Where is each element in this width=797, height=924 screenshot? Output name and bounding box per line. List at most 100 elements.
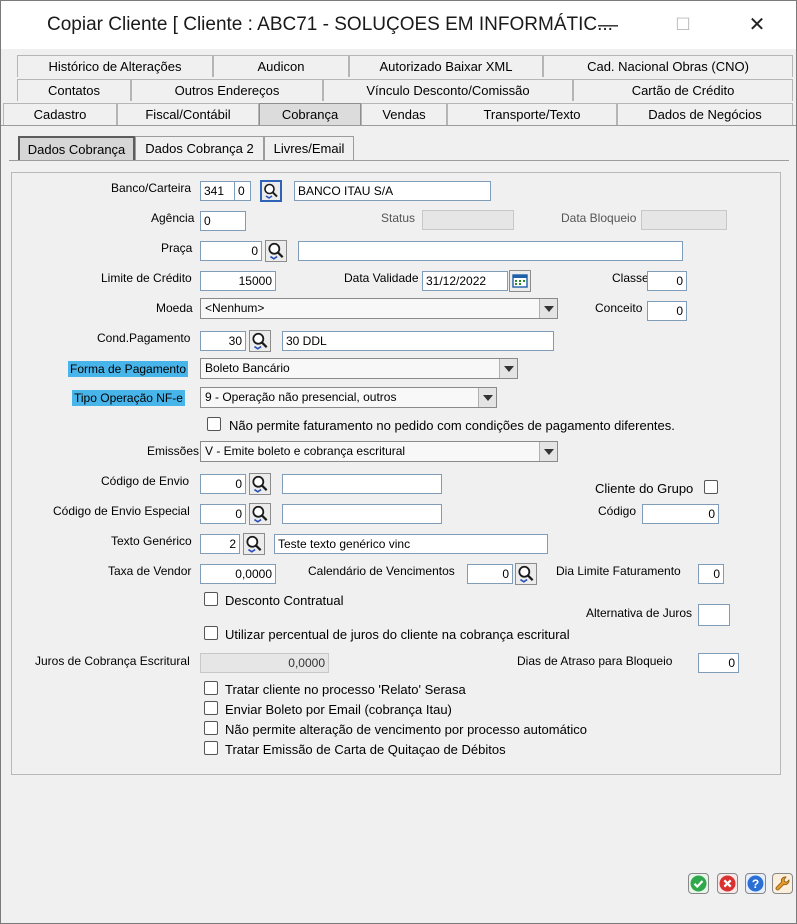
praca-label: Praça <box>161 241 193 255</box>
nao-permite-fat-label: Não permite faturamento no pedido com co… <box>229 418 675 433</box>
tab-row-2: Contatos Outros Endereços Vínculo Descon… <box>1 79 796 101</box>
maximize-button[interactable]: ☐ <box>661 9 705 41</box>
texto-generico-desc-field: Teste texto genérico vinc <box>274 534 548 554</box>
cond-desc-field: 30 DDL <box>282 331 554 351</box>
cod-envio-esp-input[interactable]: 0 <box>200 504 246 524</box>
tab-row-1: Histórico de Alterações Audicon Autoriza… <box>1 55 796 77</box>
tab-autorizado-xml[interactable]: Autorizado Baixar XML <box>349 55 543 77</box>
cod-envio-label: Código de Envio <box>101 474 190 488</box>
calendario-input[interactable]: 0 <box>467 564 513 584</box>
search-icon <box>268 242 284 260</box>
utilizar-percentual-label: Utilizar percentual de juros do cliente … <box>225 627 570 642</box>
moeda-select[interactable]: <Nenhum> <box>200 298 558 319</box>
tab-historico[interactable]: Histórico de Alterações <box>17 55 213 77</box>
tab-cno[interactable]: Cad. Nacional Obras (CNO) <box>543 55 793 77</box>
minimize-button[interactable]: — <box>586 9 630 41</box>
dias-atraso-label: Dias de Atraso para Bloqueio <box>517 654 673 668</box>
cond-pagamento-input[interactable]: 30 <box>200 331 246 351</box>
nao-permite-fat-checkbox[interactable] <box>207 417 221 431</box>
texto-generico-label: Texto Genérico <box>111 534 192 548</box>
close-button[interactable]: ✕ <box>735 9 779 41</box>
conceito-input[interactable]: 0 <box>647 301 687 321</box>
search-icon <box>518 565 534 583</box>
enviar-boleto-checkbox[interactable] <box>204 701 218 715</box>
tab-outros-enderecos[interactable]: Outros Endereços <box>131 79 323 101</box>
moeda-label: Moeda <box>156 301 193 315</box>
status-label: Status <box>381 211 416 225</box>
emissoes-value: V - Emite boleto e cobrança escritural <box>205 444 406 458</box>
tab-cobranca[interactable]: Cobrança <box>259 103 361 125</box>
calendario-search-button[interactable] <box>515 563 537 585</box>
calendar-button[interactable] <box>509 270 531 292</box>
forma-pagamento-value: Boleto Bancário <box>205 361 290 375</box>
tab-cartao[interactable]: Cartão de Crédito <box>573 79 793 101</box>
taxa-vendor-label: Taxa de Vendor <box>108 564 192 578</box>
subtab-dados-cobranca[interactable]: Dados Cobrança <box>18 136 135 160</box>
classe-label: Classe <box>612 271 649 285</box>
codigo-input[interactable]: 0 <box>642 504 719 524</box>
data-bloqueio-field <box>641 210 727 230</box>
cliente-grupo-checkbox[interactable] <box>704 480 718 494</box>
emissoes-select[interactable]: V - Emite boleto e cobrança escritural <box>200 441 558 462</box>
help-button[interactable]: ? <box>745 873 766 894</box>
juros-cobranca-field: 0,0000 <box>200 653 329 673</box>
tab-dados-negocios[interactable]: Dados de Negócios <box>617 103 793 125</box>
cod-envio-input[interactable]: 0 <box>200 474 246 494</box>
chevron-down-icon <box>478 388 496 407</box>
wrench-icon <box>775 876 790 891</box>
cond-pagamento-label: Cond.Pagamento <box>97 331 191 345</box>
banco-code-input[interactable]: 341 <box>200 181 236 201</box>
praca-search-button[interactable] <box>265 240 287 262</box>
ok-icon <box>690 875 707 892</box>
cod-envio-esp-desc-field <box>282 504 442 524</box>
taxa-vendor-input[interactable]: 0,0000 <box>200 564 276 584</box>
tab-vinculo[interactable]: Vínculo Desconto/Comissão <box>323 79 573 101</box>
praca-input[interactable]: 0 <box>200 241 262 261</box>
cliente-grupo-label: Cliente do Grupo <box>595 481 694 496</box>
dias-atraso-input[interactable]: 0 <box>698 653 739 673</box>
window: Copiar Cliente [ Cliente : ABC71 - SOLUÇ… <box>0 0 797 924</box>
cond-search-button[interactable] <box>249 330 271 352</box>
tratar-emissao-label: Tratar Emissão de Carta de Quitaçao de D… <box>225 742 506 757</box>
agencia-input[interactable]: 0 <box>200 211 246 231</box>
utilizar-percentual-checkbox[interactable] <box>204 626 218 640</box>
cod-envio-search-button[interactable] <box>249 473 271 495</box>
texto-generico-input[interactable]: 2 <box>200 534 240 554</box>
subtab-livres-email[interactable]: Livres/Email <box>264 136 354 160</box>
cod-envio-esp-search-button[interactable] <box>249 503 271 525</box>
banco-carteira-input[interactable]: 0 <box>234 181 251 201</box>
calendar-icon <box>512 274 528 288</box>
tab-cadastro[interactable]: Cadastro <box>3 103 117 125</box>
data-validade-label: Data Validade <box>344 271 419 285</box>
desconto-contratual-checkbox[interactable] <box>204 592 218 606</box>
tab-fiscal[interactable]: Fiscal/Contábil <box>117 103 259 125</box>
tab-contatos[interactable]: Contatos <box>17 79 131 101</box>
search-icon <box>252 332 268 350</box>
texto-generico-search-button[interactable] <box>243 533 265 555</box>
window-title: Copiar Cliente [ Cliente : ABC71 - SOLUÇ… <box>47 14 613 35</box>
svg-text:?: ? <box>752 877 759 891</box>
nao-permite-alt-checkbox[interactable] <box>204 721 218 735</box>
limite-input[interactable]: 15000 <box>200 271 276 291</box>
alternativa-juros-input[interactable] <box>698 604 730 626</box>
tab-transporte[interactable]: Transporte/Texto <box>447 103 617 125</box>
cancel-button[interactable] <box>717 873 738 894</box>
tratar-relato-checkbox[interactable] <box>204 681 218 695</box>
forma-pagamento-select[interactable]: Boleto Bancário <box>200 358 518 379</box>
banco-name-field: BANCO ITAU S/A <box>294 181 491 201</box>
banco-search-button[interactable] <box>260 180 282 202</box>
tipo-operacao-select[interactable]: 9 - Operação não presencial, outros <box>200 387 497 408</box>
dia-limite-input[interactable]: 0 <box>698 564 724 584</box>
data-validade-input[interactable]: 31/12/2022 <box>422 271 508 291</box>
ok-button[interactable] <box>688 873 709 894</box>
subtab-dados-cobranca-2[interactable]: Dados Cobrança 2 <box>135 136 264 160</box>
tratar-emissao-checkbox[interactable] <box>204 741 218 755</box>
emissoes-label: Emissões <box>147 444 200 458</box>
agencia-label: Agência <box>151 211 195 225</box>
chevron-down-icon <box>499 359 517 378</box>
tab-vendas[interactable]: Vendas <box>361 103 447 125</box>
desconto-contratual-label: Desconto Contratual <box>225 593 344 608</box>
classe-input[interactable]: 0 <box>647 271 687 291</box>
tab-audicon[interactable]: Audicon <box>213 55 349 77</box>
tools-button[interactable] <box>772 873 793 894</box>
